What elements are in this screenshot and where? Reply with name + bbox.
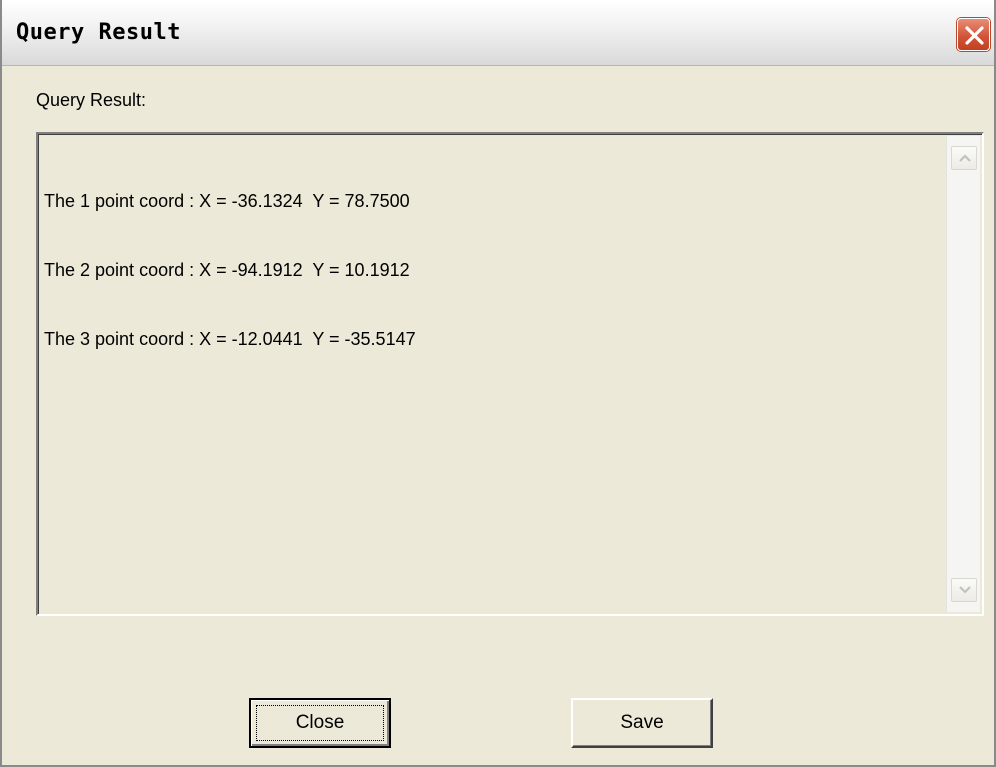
vertical-scrollbar[interactable] — [946, 136, 980, 612]
save-button[interactable]: Save — [571, 698, 713, 748]
close-button[interactable]: Close — [249, 698, 391, 748]
result-line-2: The 2 point coord : X = -94.1912 Y = 10.… — [44, 260, 410, 280]
chevron-up-icon — [959, 154, 971, 162]
scroll-down-button[interactable] — [951, 578, 977, 602]
result-line-1: The 1 point coord : X = -36.1324 Y = 78.… — [44, 191, 410, 211]
result-line-3: The 3 point coord : X = -12.0441 Y = -35… — [44, 329, 416, 349]
title-close-button[interactable] — [957, 18, 990, 51]
scroll-up-button[interactable] — [951, 146, 977, 170]
title-bar[interactable]: Query Result — [2, 0, 994, 66]
chevron-down-icon — [959, 586, 971, 594]
focus-rect — [256, 705, 384, 741]
query-result-dialog: Query Result Query Result: The 1 point c… — [0, 0, 996, 767]
window-title: Query Result — [16, 20, 181, 45]
query-result-textarea[interactable]: The 1 point coord : X = -36.1324 Y = 78.… — [36, 132, 984, 616]
close-icon — [965, 26, 984, 45]
result-lines: The 1 point coord : X = -36.1324 Y = 78.… — [44, 144, 416, 397]
query-result-label: Query Result: — [36, 90, 147, 110]
save-button-label: Save — [620, 712, 664, 733]
